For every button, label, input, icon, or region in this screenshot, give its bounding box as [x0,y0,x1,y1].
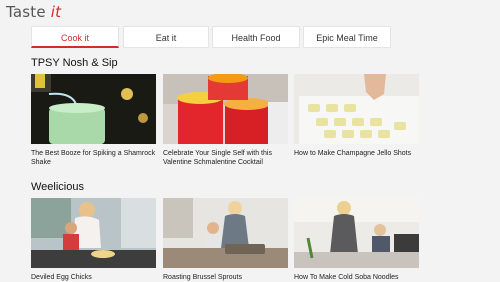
tab-cook-it[interactable]: Cook it [31,26,119,48]
app-logo: Taste it [6,3,61,21]
video-card[interactable]: The Best Booze for Spiking a Shamrock Sh… [31,74,156,167]
video-thumbnail[interactable] [163,198,288,268]
tab-eat-it[interactable]: Eat it [123,26,209,48]
shamrock-shake-thumbnail [31,74,156,144]
video-caption: The Best Booze for Spiking a Shamrock Sh… [31,150,156,166]
brussel-sprouts-thumbnail [163,198,288,268]
tab-epic-meal-time[interactable]: Epic Meal Time [303,26,391,48]
logo-accent: it [50,3,62,21]
video-card[interactable]: Roasting Brussel Sprouts [163,198,288,282]
video-thumbnail[interactable] [294,198,419,268]
video-card[interactable]: How to Make Champagne Jello Shots [294,74,419,158]
section-title-tpsy: TPSY Nosh & Sip [31,57,118,69]
video-thumbnail[interactable] [294,74,419,144]
video-thumbnail[interactable] [163,74,288,144]
valentine-cocktail-thumbnail [163,74,288,144]
video-caption: Celebrate Your Single Self with this Val… [163,150,272,166]
tab-health-food[interactable]: Health Food [212,26,300,48]
video-thumbnail[interactable] [31,74,156,144]
jello-shots-thumbnail [294,74,419,144]
video-caption: How to Make Champagne Jello Shots [294,150,412,157]
video-thumbnail[interactable] [31,198,156,268]
logo-text: Taste [6,3,51,21]
video-card[interactable]: Celebrate Your Single Self with this Val… [163,74,288,167]
section-title-weelicious: Weelicious [31,181,84,193]
video-card[interactable]: Deviled Egg Chicks [31,198,156,282]
video-card[interactable]: How To Make Cold Soba Noodles [294,198,419,282]
deviled-egg-chicks-thumbnail [31,198,156,268]
soba-noodles-thumbnail [294,198,419,268]
